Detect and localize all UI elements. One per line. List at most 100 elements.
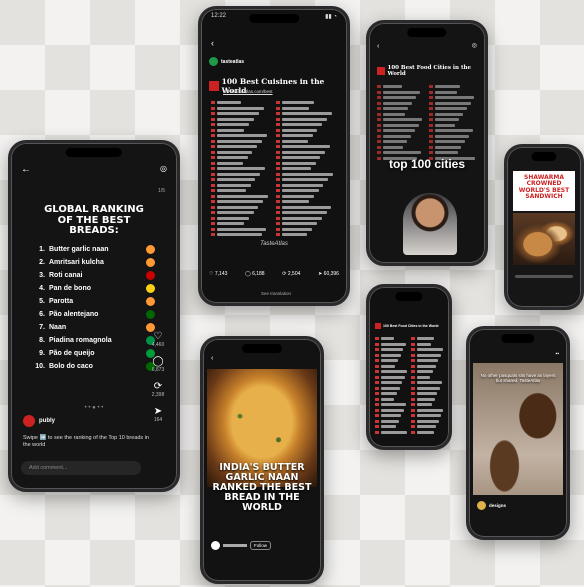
ranking-row <box>375 348 407 352</box>
ranking-row <box>411 370 443 374</box>
bread-list-item: 8. Piadina romagnola <box>33 335 155 345</box>
bread-name: Butter garlic naan <box>49 245 109 253</box>
headline-overlay: INDIA'S BUTTER GARLIC NAAN RANKED THE BE… <box>209 463 315 513</box>
tasteatlas-logo-icon <box>375 323 381 329</box>
caption-placeholder <box>515 275 573 278</box>
ranking-row <box>276 128 337 132</box>
bread-list: 1. Butter garlic naan 2. Amritsari kulcha 3.… <box>33 244 155 371</box>
ranking-column <box>276 99 337 238</box>
bread-list-item: 5. Parotta <box>33 296 155 306</box>
camera-icon[interactable]: ◎ <box>160 165 167 173</box>
back-arrow-icon[interactable]: ‹ <box>211 355 213 362</box>
comment-icon[interactable]: ◯ <box>147 356 169 367</box>
ranking-card: GLOBAL RANKING OF THE BEST BREADS: 1. But… <box>33 204 155 375</box>
bread-name: Pan de bono <box>49 284 91 292</box>
ranking-row <box>211 101 272 105</box>
post-caption: Swipe ➡️ to see the ranking of the Top 1… <box>23 435 149 449</box>
ranking-row <box>429 112 477 116</box>
ranking-row <box>411 375 443 379</box>
ranking-row <box>276 189 337 193</box>
bread-rank: 5. <box>39 297 45 305</box>
ranking-row <box>276 200 337 204</box>
like-icon[interactable]: ♡ <box>147 331 169 342</box>
ranking-row <box>375 353 407 357</box>
account-row[interactable]: designs <box>477 501 506 510</box>
ranking-row <box>276 194 337 198</box>
back-arrow-icon[interactable]: ‹ <box>211 39 214 48</box>
bread-name: Pão de queijo <box>49 349 95 357</box>
avatar[interactable] <box>211 541 220 550</box>
comment-button[interactable]: ◯ 6,188 <box>245 271 265 277</box>
bread-list-item: 7. Naan <box>33 322 155 332</box>
ranking-row <box>411 353 443 357</box>
comment-input[interactable]: Add comment... <box>21 461 141 475</box>
bread-rank: 1. <box>39 245 45 253</box>
ranking-row <box>375 381 407 385</box>
ranking-row <box>429 101 477 105</box>
like-button[interactable]: ♡ 7,143 <box>209 271 227 277</box>
account-row[interactable]: publy <box>23 415 55 427</box>
ranking-column <box>411 335 443 436</box>
ranking-row <box>411 359 443 363</box>
ranking-row <box>211 123 272 127</box>
repost-button[interactable]: ⟳ 2,504 <box>282 271 300 277</box>
dynamic-island <box>531 152 557 161</box>
bread-rank: 4. <box>39 284 45 292</box>
flag-icon <box>146 270 155 280</box>
ranking-row <box>276 145 337 149</box>
back-arrow-icon[interactable]: ← <box>21 165 31 175</box>
ranking-row <box>411 430 443 434</box>
ranking-row <box>375 375 407 379</box>
phone-dessert: ▪▪ No other pasquals sits have as layers… <box>466 326 570 540</box>
ranking-row <box>211 139 272 143</box>
dynamic-island <box>501 334 535 343</box>
camera-icon[interactable]: ◎ <box>472 43 477 49</box>
presenter-video[interactable] <box>403 193 457 255</box>
ranking-row <box>276 222 337 226</box>
action-bar: ♡ 7,143 ◯ 6,188 ⟳ 2,504 ➤ 60,396 <box>209 271 339 277</box>
send-button[interactable]: ➤ 60,396 <box>318 271 339 277</box>
back-arrow-icon[interactable]: ‹ <box>377 43 379 50</box>
account-name[interactable]: tasteatlas <box>221 59 244 65</box>
ranking-row <box>377 140 425 144</box>
status-time: 12:22 <box>211 13 227 19</box>
bread-rank: 7. <box>39 323 45 331</box>
avatar[interactable] <box>23 415 35 427</box>
see-translation[interactable]: See translation <box>261 291 291 296</box>
repost-count: 2,398 <box>151 392 165 398</box>
follow-button[interactable]: Follow <box>250 541 272 550</box>
ranking-row <box>211 156 272 160</box>
ranking-row <box>377 134 425 138</box>
account-name[interactable]: publy <box>39 418 55 424</box>
ranking-row <box>276 106 337 110</box>
photo-caption: No other pasquals sits have as layers bu… <box>480 373 556 383</box>
bread-list-item: 4. Pan de bono <box>33 283 155 293</box>
avatar[interactable] <box>477 501 486 510</box>
headline-text: SHAWARMA CROWNED WORLD'S BEST SANDWICH <box>518 174 570 200</box>
ranking-row <box>375 419 407 423</box>
ranking-row <box>411 342 443 346</box>
ranking-row <box>211 112 272 116</box>
ranking-row <box>276 117 337 121</box>
ranking-row <box>377 101 425 105</box>
post-title: 100 Best Food Cities in the World <box>387 65 471 77</box>
account-name[interactable]: designs <box>489 503 506 508</box>
bread-list-item: 6. Pão alentejano <box>33 309 155 319</box>
repost-icon[interactable]: ⟳ <box>147 381 169 392</box>
avatar[interactable] <box>209 57 218 66</box>
ranking-column <box>375 335 407 436</box>
ranking-row <box>211 172 272 176</box>
ranking-row <box>429 129 477 133</box>
ranking-row <box>377 112 425 116</box>
ranking-row <box>375 392 407 396</box>
bread-rank: 10. <box>35 362 45 370</box>
ranking-row <box>377 123 425 127</box>
ranking-row <box>276 178 337 182</box>
ranking-row <box>375 397 407 401</box>
account-row[interactable]: Follow <box>211 541 272 550</box>
flag-icon <box>146 296 155 306</box>
account-row[interactable]: tasteatlas <box>209 57 244 66</box>
bread-rank: 2. <box>39 258 45 266</box>
ranking-row <box>276 134 337 138</box>
ranking-row <box>429 96 477 100</box>
